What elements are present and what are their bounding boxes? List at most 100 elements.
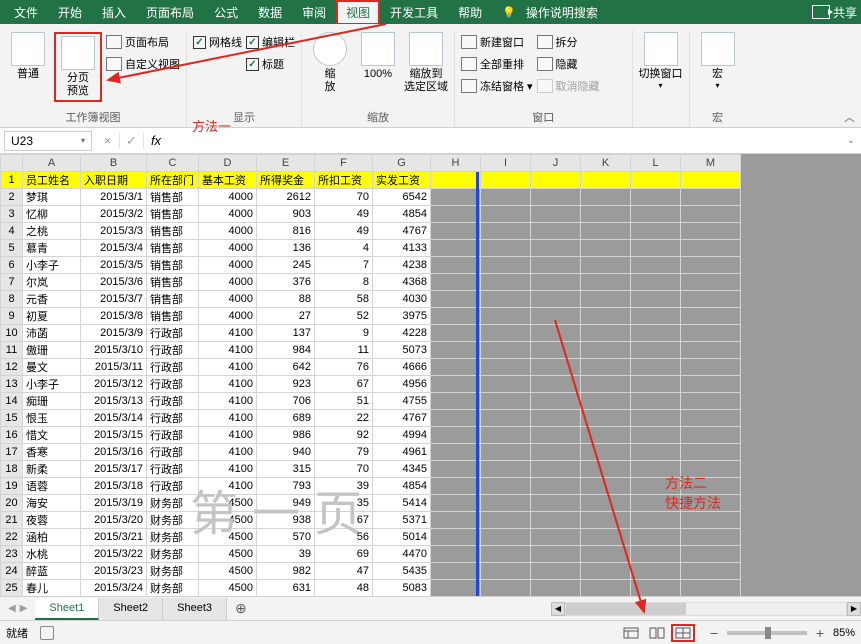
row-header-14[interactable]: 14: [1, 393, 23, 410]
menu-tab-审阅[interactable]: 审阅: [292, 0, 336, 25]
menu-tab-帮助[interactable]: 帮助: [448, 0, 492, 25]
cell[interactable]: 4767: [373, 223, 431, 240]
cell[interactable]: 8: [315, 274, 373, 291]
header-cell[interactable]: 员工姓名: [23, 172, 81, 189]
cell[interactable]: 58: [315, 291, 373, 308]
cell[interactable]: 4666: [373, 359, 431, 376]
page-break-status-button[interactable]: [671, 624, 695, 642]
cell[interactable]: 销售部: [147, 257, 199, 274]
cell[interactable]: 4368: [373, 274, 431, 291]
sheet-tab-Sheet3[interactable]: Sheet3: [163, 598, 227, 620]
cell[interactable]: 行政部: [147, 478, 199, 495]
cell[interactable]: 4100: [199, 478, 257, 495]
cell[interactable]: 行政部: [147, 342, 199, 359]
cell[interactable]: 春儿: [23, 580, 81, 597]
add-sheet-button[interactable]: ⊕: [227, 596, 255, 621]
col-header-E[interactable]: E: [257, 155, 315, 172]
cell[interactable]: 570: [257, 529, 315, 546]
new-window-button[interactable]: 新建窗口: [461, 32, 533, 52]
cell[interactable]: 4000: [199, 308, 257, 325]
cell[interactable]: 631: [257, 580, 315, 597]
macros-button[interactable]: 宏▾: [696, 32, 740, 90]
cell[interactable]: 5083: [373, 580, 431, 597]
col-header-I[interactable]: I: [481, 155, 531, 172]
cell[interactable]: 2015/3/22: [81, 546, 147, 563]
cell[interactable]: 小李子: [23, 376, 81, 393]
row-header-8[interactable]: 8: [1, 291, 23, 308]
cell[interactable]: 903: [257, 206, 315, 223]
cell[interactable]: 2612: [257, 189, 315, 206]
cell[interactable]: 4500: [199, 580, 257, 597]
sheet-tab-Sheet1[interactable]: Sheet1: [35, 598, 99, 620]
cell[interactable]: 793: [257, 478, 315, 495]
cell[interactable]: 5435: [373, 563, 431, 580]
cell[interactable]: 4228: [373, 325, 431, 342]
cell[interactable]: 2015/3/7: [81, 291, 147, 308]
cell[interactable]: 4500: [199, 512, 257, 529]
row-header-11[interactable]: 11: [1, 342, 23, 359]
cell[interactable]: 940: [257, 444, 315, 461]
page-layout-button[interactable]: 页面布局: [106, 32, 180, 52]
cell[interactable]: 痴珊: [23, 393, 81, 410]
zoom-slider[interactable]: [727, 631, 807, 635]
cell[interactable]: 2015/3/20: [81, 512, 147, 529]
zoom-level[interactable]: 85%: [833, 627, 855, 639]
menu-tab-视图[interactable]: 视图: [336, 0, 380, 25]
cell[interactable]: 财务部: [147, 512, 199, 529]
zoom-100-button[interactable]: 100%: [356, 32, 400, 81]
menu-tab-开发工具[interactable]: 开发工具: [380, 0, 448, 25]
cell[interactable]: 行政部: [147, 359, 199, 376]
cell[interactable]: 49: [315, 206, 373, 223]
page-break-preview-button[interactable]: 分页 预览: [54, 32, 102, 102]
row-header-10[interactable]: 10: [1, 325, 23, 342]
cell[interactable]: 香寒: [23, 444, 81, 461]
header-cell[interactable]: 基本工资: [199, 172, 257, 189]
cell[interactable]: 2015/3/4: [81, 240, 147, 257]
cell[interactable]: 之桃: [23, 223, 81, 240]
cell[interactable]: 销售部: [147, 308, 199, 325]
cell[interactable]: 4767: [373, 410, 431, 427]
formula-bar-checkbox[interactable]: 编辑栏: [246, 34, 295, 50]
tell-me[interactable]: 操作说明搜索: [516, 0, 608, 25]
cell[interactable]: 4100: [199, 342, 257, 359]
menu-tab-公式[interactable]: 公式: [204, 0, 248, 25]
enter-button[interactable]: ✓: [120, 133, 144, 149]
cell[interactable]: 4500: [199, 563, 257, 580]
cell[interactable]: 醉蓝: [23, 563, 81, 580]
cell[interactable]: 2015/3/24: [81, 580, 147, 597]
cell[interactable]: 4000: [199, 189, 257, 206]
cell[interactable]: 986: [257, 427, 315, 444]
cell[interactable]: 47: [315, 563, 373, 580]
cell[interactable]: 初夏: [23, 308, 81, 325]
cell[interactable]: 4133: [373, 240, 431, 257]
cell[interactable]: 938: [257, 512, 315, 529]
cell[interactable]: 2015/3/21: [81, 529, 147, 546]
cell[interactable]: 2015/3/12: [81, 376, 147, 393]
cell[interactable]: 5073: [373, 342, 431, 359]
col-header-F[interactable]: F: [315, 155, 373, 172]
cell[interactable]: 9: [315, 325, 373, 342]
cell[interactable]: 76: [315, 359, 373, 376]
cell[interactable]: 4100: [199, 376, 257, 393]
row-header-1[interactable]: 1: [1, 172, 23, 189]
cell[interactable]: 984: [257, 342, 315, 359]
cell[interactable]: 惜文: [23, 427, 81, 444]
header-cell[interactable]: 所扣工资: [315, 172, 373, 189]
cell[interactable]: 小李子: [23, 257, 81, 274]
cell[interactable]: 行政部: [147, 427, 199, 444]
cell[interactable]: 315: [257, 461, 315, 478]
cell[interactable]: 4000: [199, 223, 257, 240]
cell[interactable]: 816: [257, 223, 315, 240]
cell[interactable]: 2015/3/3: [81, 223, 147, 240]
horizontal-scrollbar[interactable]: ◀▶: [551, 602, 861, 616]
zoom-button[interactable]: 缩 放: [308, 32, 352, 94]
header-cell[interactable]: 实发工资: [373, 172, 431, 189]
cell[interactable]: 11: [315, 342, 373, 359]
cell[interactable]: 慕青: [23, 240, 81, 257]
cell[interactable]: 4755: [373, 393, 431, 410]
gridlines-checkbox[interactable]: 网格线: [193, 34, 242, 50]
row-header-23[interactable]: 23: [1, 546, 23, 563]
cell[interactable]: 销售部: [147, 274, 199, 291]
normal-view-button[interactable]: 普通: [6, 32, 50, 81]
normal-view-status-button[interactable]: [619, 624, 643, 642]
